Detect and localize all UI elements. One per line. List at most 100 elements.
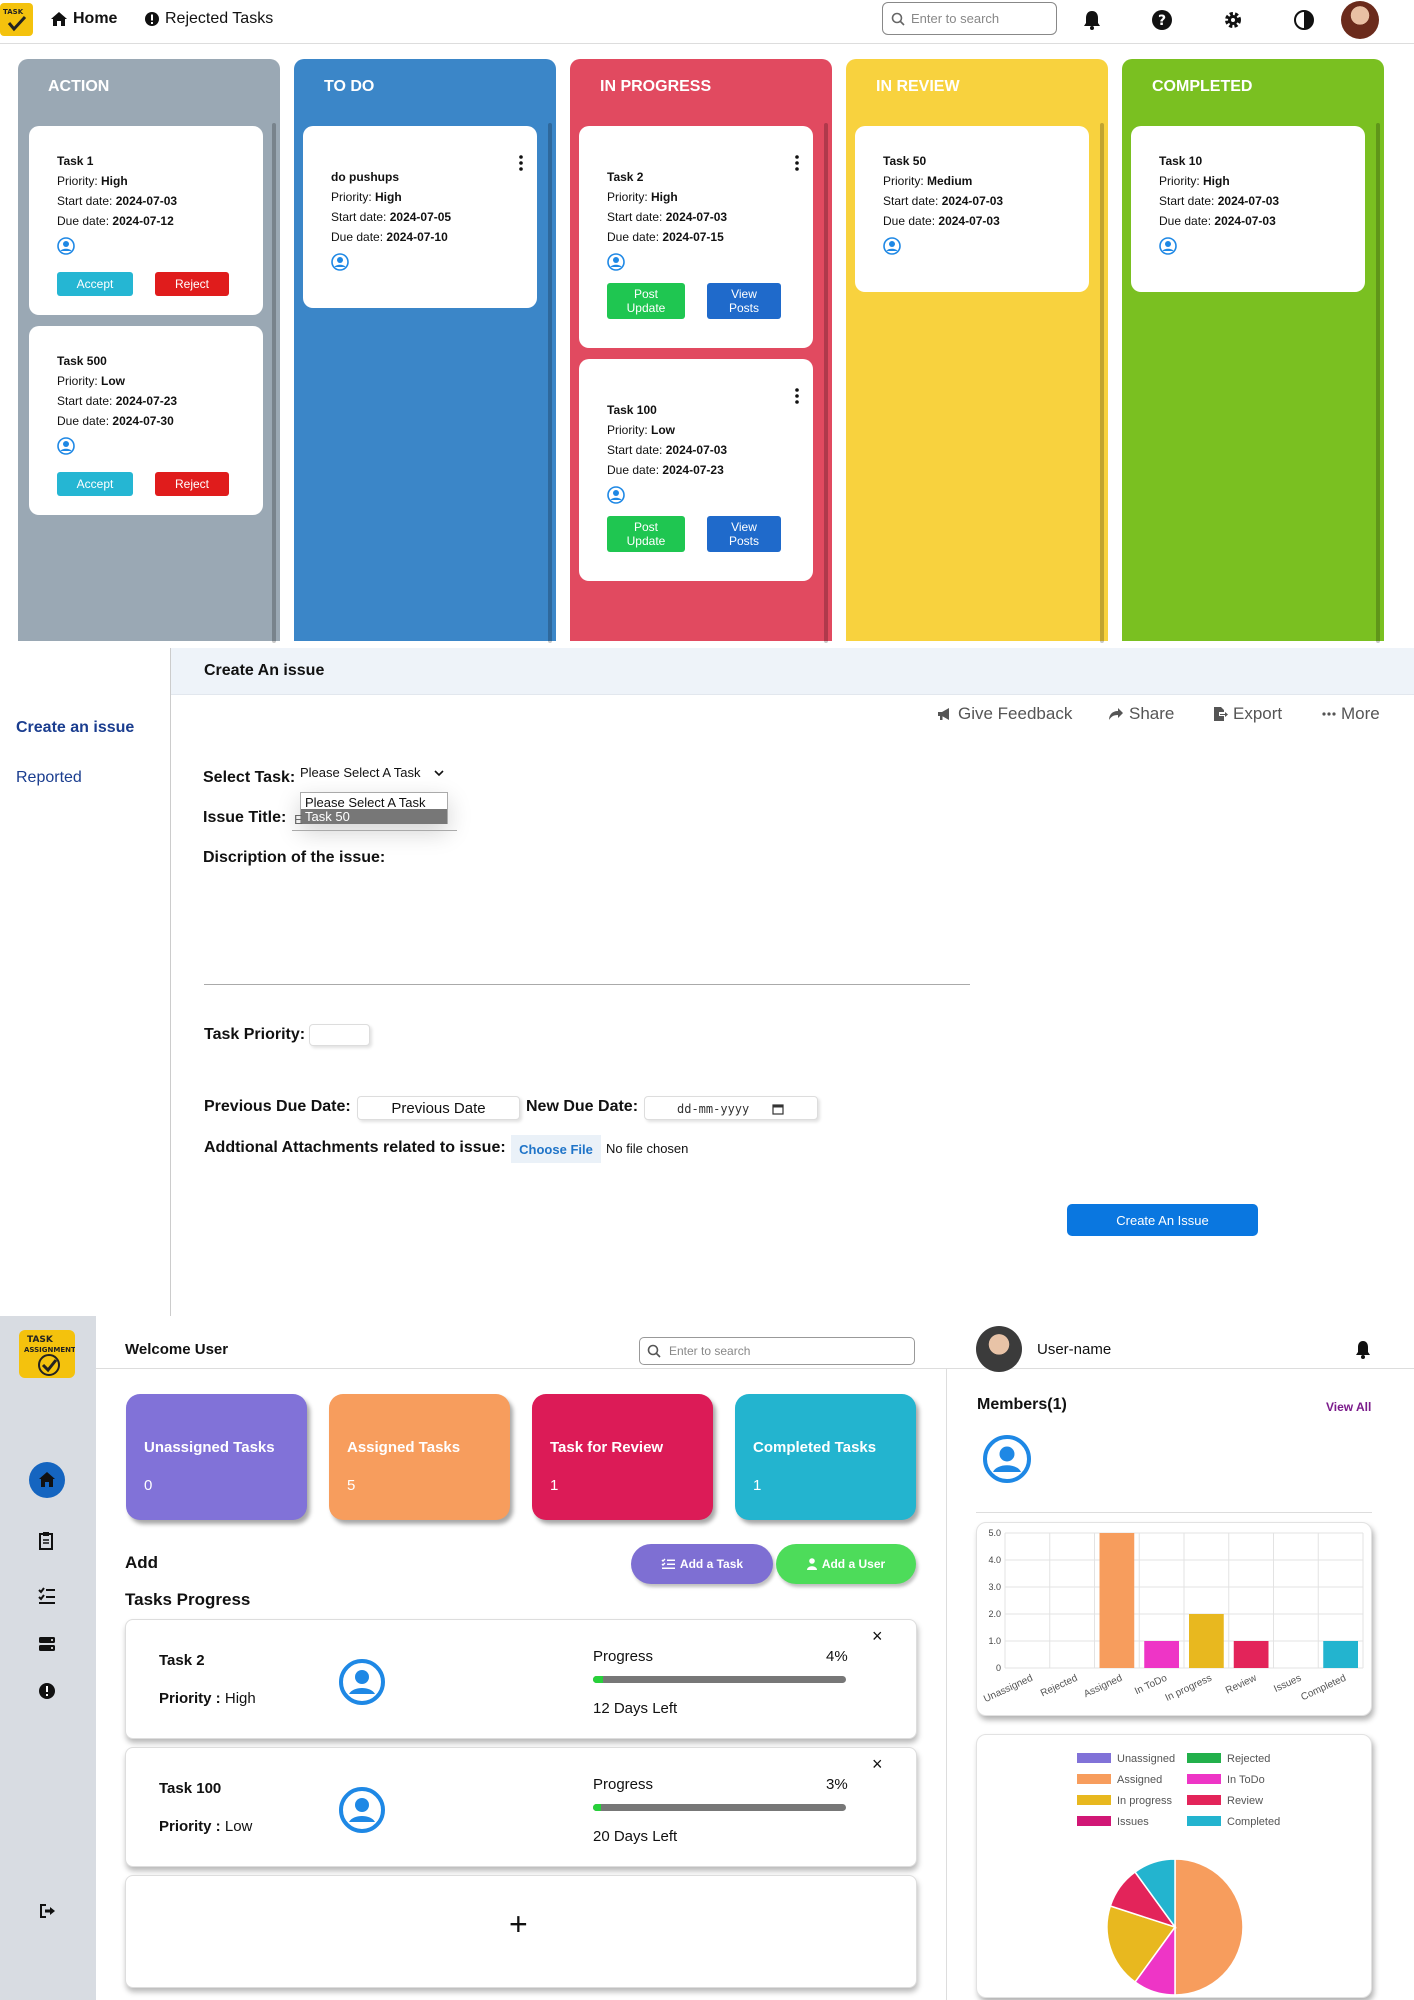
priority-label: Priority: [57,374,98,388]
clipboard-icon[interactable] [37,1531,57,1551]
column-scrollbar[interactable] [548,123,552,643]
member-avatar-icon[interactable] [982,1434,1032,1484]
server-icon[interactable] [37,1634,57,1654]
members-divider [976,1512,1372,1513]
previous-due-input[interactable]: Previous Date [357,1096,520,1120]
priority-label: Priority: [331,190,372,204]
stat-review[interactable]: Task for Review 1 [532,1394,713,1520]
user-icon[interactable] [883,237,901,255]
task-card[interactable]: Task 100 Priority: Low Start date: 2024-… [579,359,813,581]
task-card[interactable]: do pushups Priority: High Start date: 20… [303,126,537,308]
add-user-button[interactable]: Add a User [776,1544,916,1584]
stat-completed[interactable]: Completed Tasks 1 [735,1394,916,1520]
post-update-button[interactable]: Post Update [607,516,685,552]
task-list-icon[interactable] [37,1586,57,1606]
task-progress-card[interactable]: Task 100 Priority : Low Progress 3% 20 D… [125,1747,917,1867]
priority-label: Priority: [607,423,648,437]
close-icon[interactable]: × [872,1626,883,1647]
post-update-button[interactable]: Post Update [607,283,685,319]
issue-title-input[interactable] [292,830,457,831]
choose-file-button[interactable]: Choose File [511,1135,601,1163]
stat-assigned[interactable]: Assigned Tasks 5 [329,1394,510,1520]
new-due-date-input[interactable]: dd-mm-yyyy [644,1096,818,1120]
column-scrollbar[interactable] [1100,123,1104,643]
app-logo[interactable]: TASK ASSIGNMENT [19,1330,75,1378]
top-search-input[interactable]: Enter to search [882,2,1057,35]
reject-button[interactable]: Reject [155,272,229,296]
accept-button[interactable]: Accept [57,472,133,496]
alert-circle-icon[interactable] [37,1681,57,1701]
task-card[interactable]: Task 2 Priority: High Start date: 2024-0… [579,126,813,348]
priority-label: Priority : [159,1818,221,1835]
app-logo[interactable]: TASK [0,3,33,36]
previous-due-label: Previous Due Date: [204,1098,351,1115]
task-progress-card[interactable]: Task 2 Priority : High Progress 4% 12 Da… [125,1619,917,1739]
calendar-icon[interactable] [772,1103,784,1115]
task-card[interactable]: Task 10 Priority: High Start date: 2024-… [1131,126,1365,292]
help-icon[interactable]: ? [1151,9,1173,31]
task-card[interactable]: Task 50 Priority: Medium Start date: 202… [855,126,1089,292]
nav-rejected-tasks[interactable]: Rejected Tasks [144,10,273,28]
user-icon[interactable] [607,486,625,504]
stat-unassigned[interactable]: Unassigned Tasks 0 [126,1394,307,1520]
user-icon[interactable] [338,1786,386,1834]
more-vertical-icon[interactable] [795,388,799,404]
column-title: ACTION [48,78,110,95]
progress-label: Progress [593,1776,654,1793]
bar [1099,1533,1135,1668]
user-icon[interactable] [331,253,349,271]
column-scrollbar[interactable] [272,123,276,643]
task-card[interactable]: Task 500 Priority: Low Start date: 2024-… [29,326,263,515]
y-tick-label: 3.0 [988,1582,1001,1592]
progress-fill [593,1676,604,1683]
due-date: 2024-07-10 [386,230,448,244]
logout-icon[interactable] [37,1901,57,1921]
column-title: IN PROGRESS [600,78,712,95]
dashboard-search-input[interactable]: Enter to search [639,1337,915,1365]
sidebar-item-reported[interactable]: Reported [16,769,82,787]
column-scrollbar[interactable] [1376,123,1380,643]
create-issue-button[interactable]: Create An Issue [1067,1204,1258,1236]
give-feedback-button[interactable]: Give Feedback [937,704,1072,724]
view-posts-button[interactable]: View Posts [707,516,781,552]
add-task-card[interactable]: + [125,1875,917,1988]
legend-swatch [1187,1816,1221,1826]
user-icon[interactable] [1159,237,1177,255]
select-task-dropdown[interactable]: Please Select A Task [300,765,450,785]
user-icon[interactable] [607,253,625,271]
legend-swatch [1187,1774,1221,1784]
more-button[interactable]: More [1322,704,1380,724]
legend-label: Issues [1117,1816,1149,1828]
dropdown-option[interactable]: Please Select A Task [305,795,425,810]
user-icon[interactable] [338,1658,386,1706]
bell-icon[interactable] [1354,1340,1372,1360]
theme-toggle-icon[interactable] [1293,9,1315,31]
gear-icon[interactable] [1222,9,1244,31]
sidebar-item-create-issue[interactable]: Create an issue [16,719,134,737]
dropdown-option-highlighted[interactable]: Task 50 [301,809,447,824]
task-card[interactable]: Task 1 Priority: High Start date: 2024-0… [29,126,263,315]
reject-button[interactable]: Reject [155,472,229,496]
user-icon[interactable] [57,237,75,255]
profile-avatar[interactable] [1341,1,1379,39]
user-icon[interactable] [57,437,75,455]
pie-slice [1174,1858,1244,1996]
button-text: Update [626,301,666,315]
user-avatar[interactable] [976,1326,1022,1372]
description-textarea[interactable] [204,984,970,985]
home-icon[interactable] [28,1461,66,1499]
close-icon[interactable]: × [872,1754,883,1775]
nav-home[interactable]: Home [50,10,117,28]
column-scrollbar[interactable] [824,123,828,643]
accept-button[interactable]: Accept [57,272,133,296]
more-vertical-icon[interactable] [795,155,799,171]
export-button[interactable]: Export [1212,704,1282,724]
add-task-button[interactable]: Add a Task [631,1544,773,1584]
share-button[interactable]: Share [1108,704,1174,724]
view-posts-button[interactable]: View Posts [707,283,781,319]
task-priority-input[interactable] [309,1024,370,1046]
more-vertical-icon[interactable] [519,155,523,171]
bell-icon[interactable] [1081,9,1103,31]
view-all-link[interactable]: View All [1326,1400,1371,1414]
column-completed: COMPLETED Task 10 Priority: High Start d… [1122,59,1384,643]
